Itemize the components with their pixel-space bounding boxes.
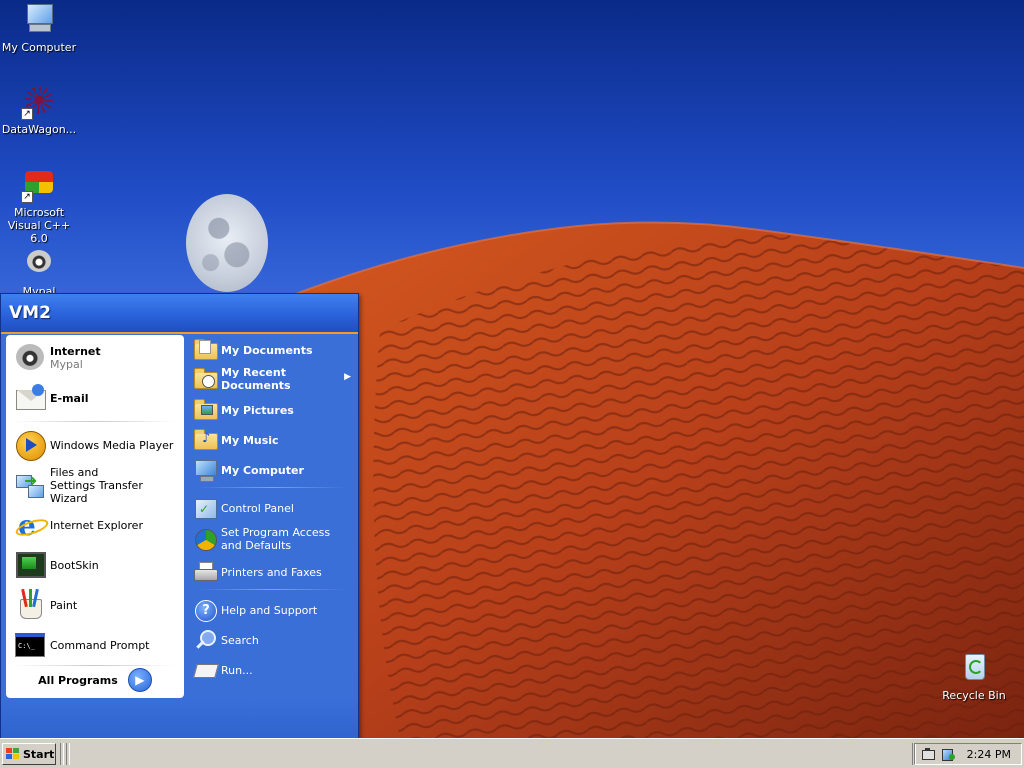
- control-panel-icon: ✓: [193, 496, 217, 520]
- my-pictures-icon: [193, 398, 218, 422]
- menu-item-search[interactable]: Search: [185, 626, 357, 654]
- all-programs-button[interactable]: All Programs ▶: [6, 667, 184, 693]
- mypal-icon: [14, 342, 46, 374]
- taskbar-divider: [60, 743, 64, 765]
- menu-item-label: Paint: [50, 598, 78, 612]
- my-computer-icon: [21, 2, 57, 38]
- desktop-icon-visual-cpp[interactable]: ↗ Microsoft Visual C++ 6.0: [0, 167, 78, 245]
- menu-separator: [197, 487, 347, 488]
- start-menu-user-name: VM2: [1, 294, 358, 334]
- my-music-icon: ♪: [193, 428, 218, 452]
- menu-item-my-documents[interactable]: My Documents: [185, 336, 357, 364]
- menu-item-label: Control Panel: [221, 501, 294, 515]
- menu-item-label: Command Prompt: [50, 638, 150, 652]
- menu-item-printers-and-faxes[interactable]: Printers and Faxes: [185, 558, 357, 586]
- menu-item-label: Help and Support: [221, 603, 318, 617]
- transfer-wizard-icon: ➜: [14, 469, 46, 501]
- windows-logo-icon: [6, 748, 20, 760]
- menu-item-help-and-support[interactable]: ? Help and Support: [185, 596, 357, 624]
- menu-item-label: Search: [221, 633, 259, 647]
- start-menu-footer: [1, 698, 358, 739]
- menu-item-my-computer[interactable]: My Computer: [185, 456, 357, 484]
- start-button-label: Start: [23, 747, 55, 761]
- menu-item-label: My Documents: [221, 343, 313, 357]
- desktop-icon-datawagon[interactable]: ↗ DataWagon...: [0, 84, 78, 136]
- shortcut-arrow-icon: ↗: [21, 108, 33, 120]
- windows-media-player-icon: [14, 429, 46, 461]
- desktop-icon-label: My Computer: [1, 41, 77, 54]
- menu-item-my-recent-documents[interactable]: My Recent Documents ▶: [185, 364, 357, 394]
- desktop-icon-my-computer[interactable]: My Computer: [0, 2, 78, 54]
- mypal-icon: [21, 246, 57, 282]
- menu-item-internet-explorer[interactable]: e Internet Explorer: [6, 507, 184, 543]
- help-icon: ?: [193, 598, 217, 622]
- menu-item-label: Windows Media Player: [50, 438, 174, 452]
- paint-icon: [14, 588, 46, 621]
- menu-item-subtitle: Mypal: [50, 358, 83, 371]
- network-icon[interactable]: [921, 747, 935, 761]
- menu-item-label: My Music: [221, 433, 279, 447]
- menu-item-label: BootSkin: [50, 558, 99, 572]
- menu-item-label: My Recent Documents: [221, 366, 291, 392]
- run-icon: [193, 658, 219, 682]
- desktop-icon-recycle-bin[interactable]: Recycle Bin: [935, 650, 1013, 702]
- menu-item-label: My Pictures: [221, 403, 294, 417]
- menu-item-label: Run...: [221, 663, 253, 677]
- shortcut-arrow-icon: ↗: [21, 191, 33, 203]
- taskbar-divider: [66, 743, 70, 765]
- email-icon: [14, 382, 46, 414]
- menu-item-internet[interactable]: Internet Mypal: [6, 338, 184, 378]
- chevron-right-icon: ▶: [344, 372, 351, 382]
- menu-separator: [197, 589, 347, 590]
- desktop-icon-mypal[interactable]: Mypal: [0, 246, 78, 298]
- my-documents-icon: [193, 338, 218, 362]
- volume-icon[interactable]: [941, 747, 955, 761]
- menu-item-transfer-wizard[interactable]: ➜ Files and Settings Transfer Wizard: [6, 465, 184, 505]
- desktop-icon-label: Recycle Bin: [942, 689, 1006, 702]
- menu-separator: [14, 421, 176, 422]
- menu-item-windows-media-player[interactable]: Windows Media Player: [6, 427, 184, 463]
- menu-item-label: Set Program Access and Defaults: [221, 526, 331, 552]
- clock[interactable]: 2:24 PM: [967, 748, 1011, 761]
- menu-item-my-music[interactable]: ♪ My Music: [185, 426, 357, 454]
- desktop-icon-label: DataWagon...: [1, 123, 77, 136]
- menu-item-email[interactable]: E-mail: [6, 380, 184, 416]
- search-icon: [193, 628, 217, 652]
- menu-item-my-pictures[interactable]: My Pictures: [185, 396, 357, 424]
- recycle-bin-icon: [956, 650, 992, 686]
- start-menu: VM2 Internet Mypal E-mail Windows Media P…: [0, 293, 359, 740]
- menu-item-run[interactable]: Run...: [185, 656, 357, 684]
- menu-item-title: Internet: [50, 345, 101, 358]
- visual-cpp-icon: ↗: [21, 167, 57, 203]
- desktop-icon-label: Microsoft Visual C++ 6.0: [7, 206, 71, 245]
- internet-explorer-icon: e: [13, 509, 51, 541]
- menu-item-bootskin[interactable]: BootSkin: [6, 547, 184, 583]
- start-menu-programs-panel: Internet Mypal E-mail Windows Media Playe…: [6, 335, 184, 698]
- bootskin-icon: [14, 549, 46, 581]
- arrow-right-icon: ▶: [127, 668, 152, 692]
- menu-item-label: My Computer: [221, 463, 304, 477]
- start-menu-places-panel: My Documents My Recent Documents ▶ My Pi…: [185, 335, 357, 698]
- menu-separator: [14, 665, 176, 666]
- menu-item-program-access[interactable]: Set Program Access and Defaults: [185, 522, 357, 556]
- menu-item-title: E-mail: [50, 391, 89, 405]
- command-prompt-icon: C:\_: [14, 629, 46, 661]
- start-button[interactable]: Start: [2, 743, 56, 765]
- menu-item-command-prompt[interactable]: C:\_ Command Prompt: [6, 627, 184, 663]
- menu-item-label: Internet Explorer: [50, 518, 143, 532]
- datawagon-icon: ↗: [21, 84, 57, 120]
- menu-item-label: Printers and Faxes: [221, 565, 322, 579]
- taskbar: Start 2:24 PM: [0, 738, 1024, 768]
- system-tray: 2:24 PM: [914, 743, 1022, 765]
- all-programs-label: All Programs: [38, 673, 118, 687]
- my-computer-icon: [193, 458, 217, 482]
- menu-item-paint[interactable]: Paint: [6, 587, 184, 623]
- menu-item-label: Files and Settings Transfer Wizard: [50, 465, 143, 505]
- recent-documents-icon: [193, 367, 218, 391]
- program-access-icon: [193, 527, 217, 551]
- menu-item-control-panel[interactable]: ✓ Control Panel: [185, 494, 357, 522]
- printer-icon: [193, 560, 218, 584]
